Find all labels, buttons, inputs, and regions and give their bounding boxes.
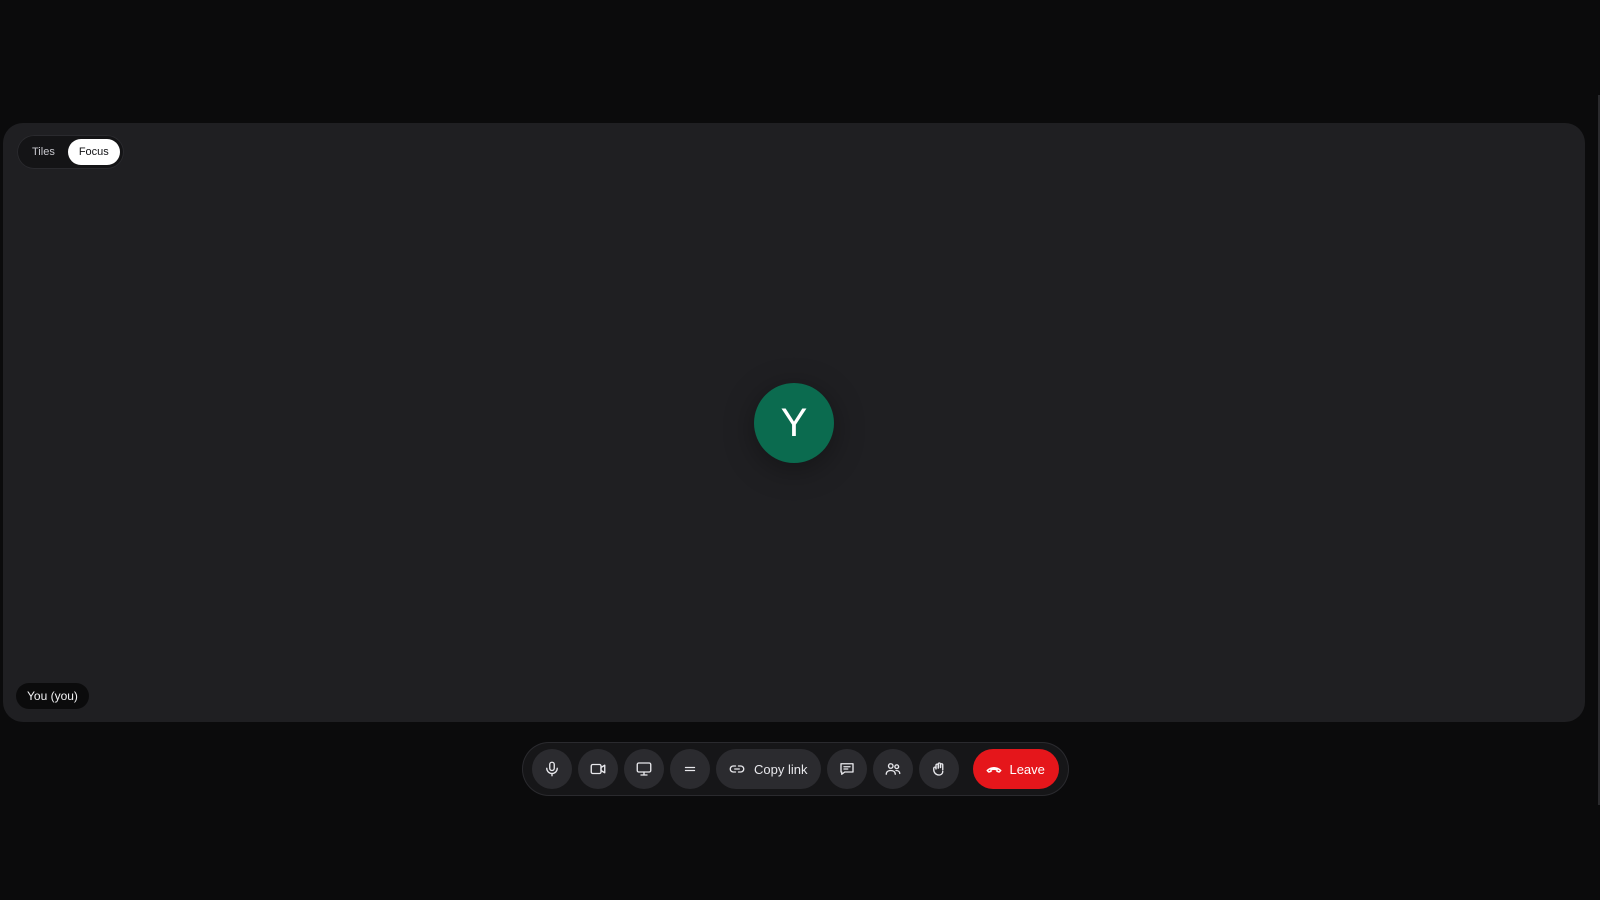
camera-icon xyxy=(590,763,606,775)
call-toolbar: Copy link Leave xyxy=(522,742,1069,796)
participant-name-tag: You (you) xyxy=(16,683,89,709)
menu-icon xyxy=(684,766,696,772)
leave-call-button[interactable]: Leave xyxy=(973,749,1059,789)
link-icon xyxy=(729,765,745,773)
layout-toggle: Tiles Focus xyxy=(17,135,124,169)
chat-button[interactable] xyxy=(827,749,868,789)
microphone-icon xyxy=(546,761,558,777)
more-options-button[interactable] xyxy=(670,749,710,789)
copy-link-button[interactable]: Copy link xyxy=(716,749,822,789)
raise-hand-button[interactable] xyxy=(919,749,960,789)
participants-button[interactable] xyxy=(873,749,914,789)
chat-icon xyxy=(840,763,855,775)
layout-option-focus[interactable]: Focus xyxy=(67,139,120,165)
camera-button[interactable] xyxy=(578,749,618,789)
hang-up-icon xyxy=(986,766,1002,773)
microphone-button[interactable] xyxy=(532,749,572,789)
participant-avatar: Y xyxy=(754,383,834,463)
participants-icon xyxy=(886,763,901,775)
video-stage: Tiles Focus Y You (you) xyxy=(3,123,1585,722)
screen-share-icon xyxy=(636,762,652,776)
screen-share-button[interactable] xyxy=(624,749,664,789)
copy-link-label: Copy link xyxy=(754,761,808,777)
layout-option-tiles[interactable]: Tiles xyxy=(21,139,66,165)
leave-label: Leave xyxy=(1009,761,1045,777)
raise-hand-icon xyxy=(933,762,944,776)
